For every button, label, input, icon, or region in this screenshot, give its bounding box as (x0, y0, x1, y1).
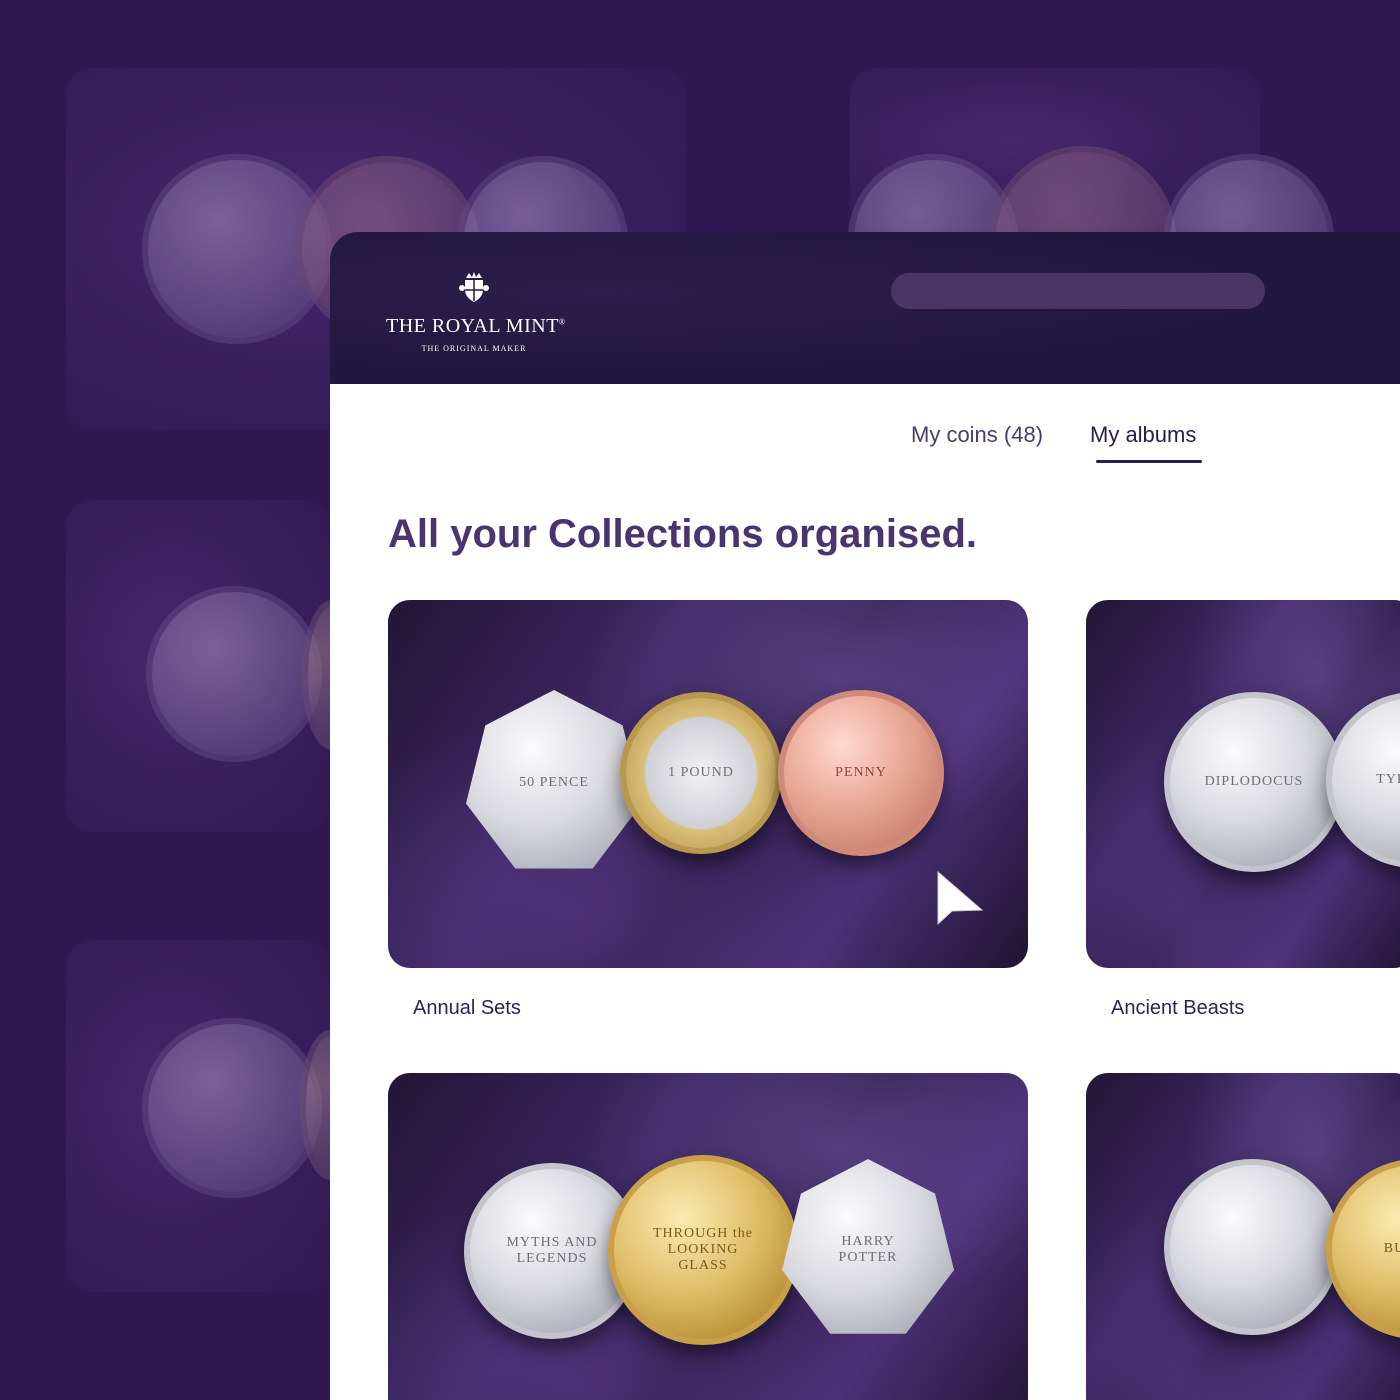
diplodocus-coin: DIPLODOCUS (1164, 692, 1344, 872)
fifty-pence-coin: 50 PENCE (466, 690, 642, 869)
album-label[interactable]: Ancient Beasts (1111, 997, 1244, 1020)
coin-inscription: HARRY POTTER (838, 1234, 898, 1265)
album-label[interactable]: Annual Sets (413, 997, 521, 1020)
coin-inscription: PENNY (835, 765, 887, 780)
looking-glass-coin: THROUGH the LOOKING GLASS (608, 1155, 798, 1345)
brand-name: THE ROYAL MINT® (386, 315, 566, 337)
bullion-coin (1164, 1159, 1340, 1335)
album-card-ancient-beasts[interactable]: DIPLODOCUS TYRANNO (1086, 600, 1400, 968)
tyrannosaurus-coin: TYRANNO (1326, 692, 1400, 868)
album-card[interactable]: MYTHS AND LEGENDS THROUGH the LOOKING GL… (388, 1073, 1028, 1400)
tab-my-coins[interactable]: My coins (48) (911, 422, 1043, 448)
coin-inscription: MYTHS AND LEGENDS (506, 1235, 598, 1266)
coin-inscription: DIPLODOCUS (1204, 774, 1304, 789)
harry-potter-coin: HARRY POTTER (782, 1159, 954, 1334)
app-window: THE ROYAL MINT® THE ORIGINAL MAKER My co… (330, 232, 1400, 1400)
coin-inscription: 50 PENCE (519, 775, 589, 790)
penny-coin: PENNY (778, 690, 944, 856)
bull-of-clarence-coin: BULL OF (1326, 1159, 1400, 1339)
page-heading: All your Collections organised. (388, 512, 977, 556)
background-coin (142, 1018, 322, 1198)
royal-mint-logo[interactable]: THE ROYAL MINT® THE ORIGINAL MAKER (386, 270, 566, 353)
header-bar: THE ROYAL MINT® THE ORIGINAL MAKER (330, 232, 1400, 384)
search-bar[interactable] (891, 273, 1265, 309)
one-pound-coin: 1 POUND (620, 692, 782, 854)
album-card[interactable]: BULL OF (1086, 1073, 1400, 1400)
tab-my-albums[interactable]: My albums (1090, 422, 1196, 448)
background-coin (146, 586, 322, 762)
mouse-cursor-icon (937, 870, 984, 926)
coin-inscription: 1 POUND (668, 765, 734, 780)
royal-crest-icon (459, 272, 489, 302)
coin-inscription: BULL OF (1383, 1241, 1400, 1256)
brand-tagline: THE ORIGINAL MAKER (421, 344, 527, 353)
active-tab-indicator (1096, 460, 1202, 463)
album-card-annual-sets[interactable]: 50 PENCE 1 POUND PENNY (388, 600, 1028, 968)
coin-inscription: THROUGH the LOOKING GLASS (652, 1226, 754, 1273)
coin-inscription: TYRANNO (1376, 772, 1400, 787)
